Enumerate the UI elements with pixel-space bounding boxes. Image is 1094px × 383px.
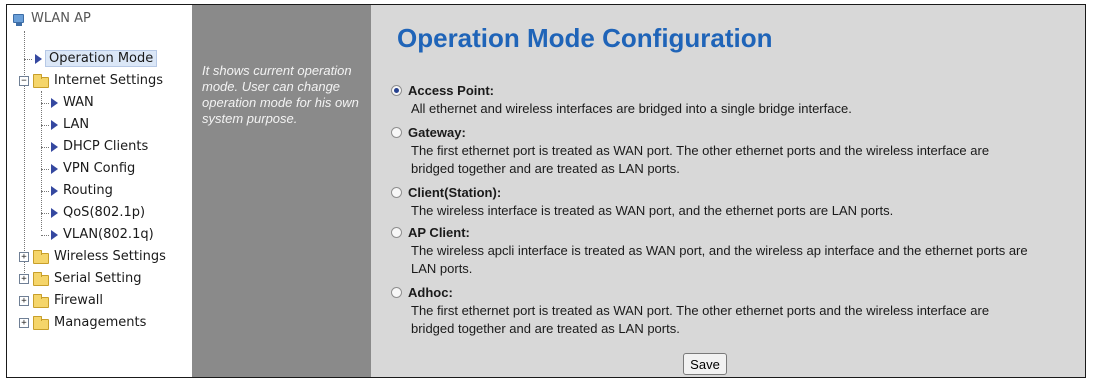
option-description: The wireless interface is treated as WAN… bbox=[411, 203, 894, 218]
folder-icon bbox=[33, 74, 49, 88]
option-gateway: Gateway: The first ethernet port is trea… bbox=[391, 125, 1031, 178]
expand-icon: + bbox=[19, 296, 29, 306]
help-text: It shows current operation mode. User ca… bbox=[202, 63, 359, 126]
option-adhoc: Adhoc: The first ethernet port is treate… bbox=[391, 285, 1031, 338]
save-button[interactable]: Save bbox=[683, 353, 727, 375]
folder-icon bbox=[33, 250, 49, 264]
folder-icon bbox=[33, 294, 49, 308]
option-label-ap-client[interactable]: AP Client: bbox=[391, 225, 1031, 240]
tree-item-wireless-settings[interactable]: + Wireless Settings bbox=[13, 247, 169, 267]
tree-connector bbox=[41, 91, 42, 231]
radio-access-point[interactable] bbox=[391, 85, 402, 96]
collapse-icon: − bbox=[19, 76, 29, 86]
tree-item-vpn-config[interactable]: VPN Config bbox=[41, 159, 138, 179]
tree-item-qos[interactable]: QoS(802.1p) bbox=[41, 203, 148, 223]
option-access-point: Access Point: All ethernet and wireless … bbox=[391, 83, 1031, 118]
option-description: The first ethernet port is treated as WA… bbox=[411, 143, 990, 176]
expand-icon: + bbox=[19, 318, 29, 328]
tree-item-vlan[interactable]: VLAN(802.1q) bbox=[41, 225, 157, 245]
arrow-icon bbox=[51, 208, 58, 218]
option-client-station: Client(Station): The wireless interface … bbox=[391, 185, 1031, 220]
page-title: Operation Mode Configuration bbox=[397, 23, 773, 53]
arrow-icon bbox=[51, 120, 58, 130]
tree-item-internet-settings[interactable]: − Internet Settings bbox=[13, 71, 166, 91]
arrow-icon bbox=[51, 164, 58, 174]
tree-item-operation-mode[interactable]: Operation Mode bbox=[24, 49, 158, 69]
radio-adhoc[interactable] bbox=[391, 287, 402, 298]
option-description: All ethernet and wireless interfaces are… bbox=[411, 101, 852, 116]
tree-connector bbox=[24, 31, 25, 279]
tree-item-lan[interactable]: LAN bbox=[41, 115, 92, 135]
nav-tree: WLAN AP Operation Mode − Internet Settin… bbox=[7, 5, 192, 377]
folder-icon bbox=[33, 272, 49, 286]
option-description: The wireless apcli interface is treated … bbox=[411, 243, 1028, 276]
option-ap-client: AP Client: The wireless apcli interface … bbox=[391, 225, 1031, 278]
tree-item-routing[interactable]: Routing bbox=[41, 181, 116, 201]
arrow-icon bbox=[51, 186, 58, 196]
radio-ap-client[interactable] bbox=[391, 227, 402, 238]
page-frame: WLAN AP Operation Mode − Internet Settin… bbox=[6, 4, 1086, 378]
computer-icon bbox=[13, 14, 24, 26]
option-label-client-station[interactable]: Client(Station): bbox=[391, 185, 1031, 200]
option-label-adhoc[interactable]: Adhoc: bbox=[391, 285, 1031, 300]
tree-item-dhcp-clients[interactable]: DHCP Clients bbox=[41, 137, 151, 157]
folder-icon bbox=[33, 316, 49, 330]
arrow-icon bbox=[35, 54, 42, 64]
arrow-icon bbox=[51, 98, 58, 108]
radio-client-station[interactable] bbox=[391, 187, 402, 198]
expand-icon: + bbox=[19, 274, 29, 284]
arrow-icon bbox=[51, 230, 58, 240]
tree-item-firewall[interactable]: + Firewall bbox=[13, 291, 106, 311]
help-pane: It shows current operation mode. User ca… bbox=[192, 5, 371, 377]
tree-root[interactable]: WLAN AP bbox=[13, 9, 94, 29]
option-label-access-point[interactable]: Access Point: bbox=[391, 83, 1031, 98]
tree-item-wan[interactable]: WAN bbox=[41, 93, 97, 113]
tree-item-serial-setting[interactable]: + Serial Setting bbox=[13, 269, 144, 289]
option-description: The first ethernet port is treated as WA… bbox=[411, 303, 990, 336]
expand-icon: + bbox=[19, 252, 29, 262]
arrow-icon bbox=[51, 142, 58, 152]
tree-item-managements[interactable]: + Managements bbox=[13, 313, 149, 333]
main-panel: Operation Mode Configuration Access Poin… bbox=[371, 5, 1085, 377]
radio-gateway[interactable] bbox=[391, 127, 402, 138]
option-label-gateway[interactable]: Gateway: bbox=[391, 125, 1031, 140]
